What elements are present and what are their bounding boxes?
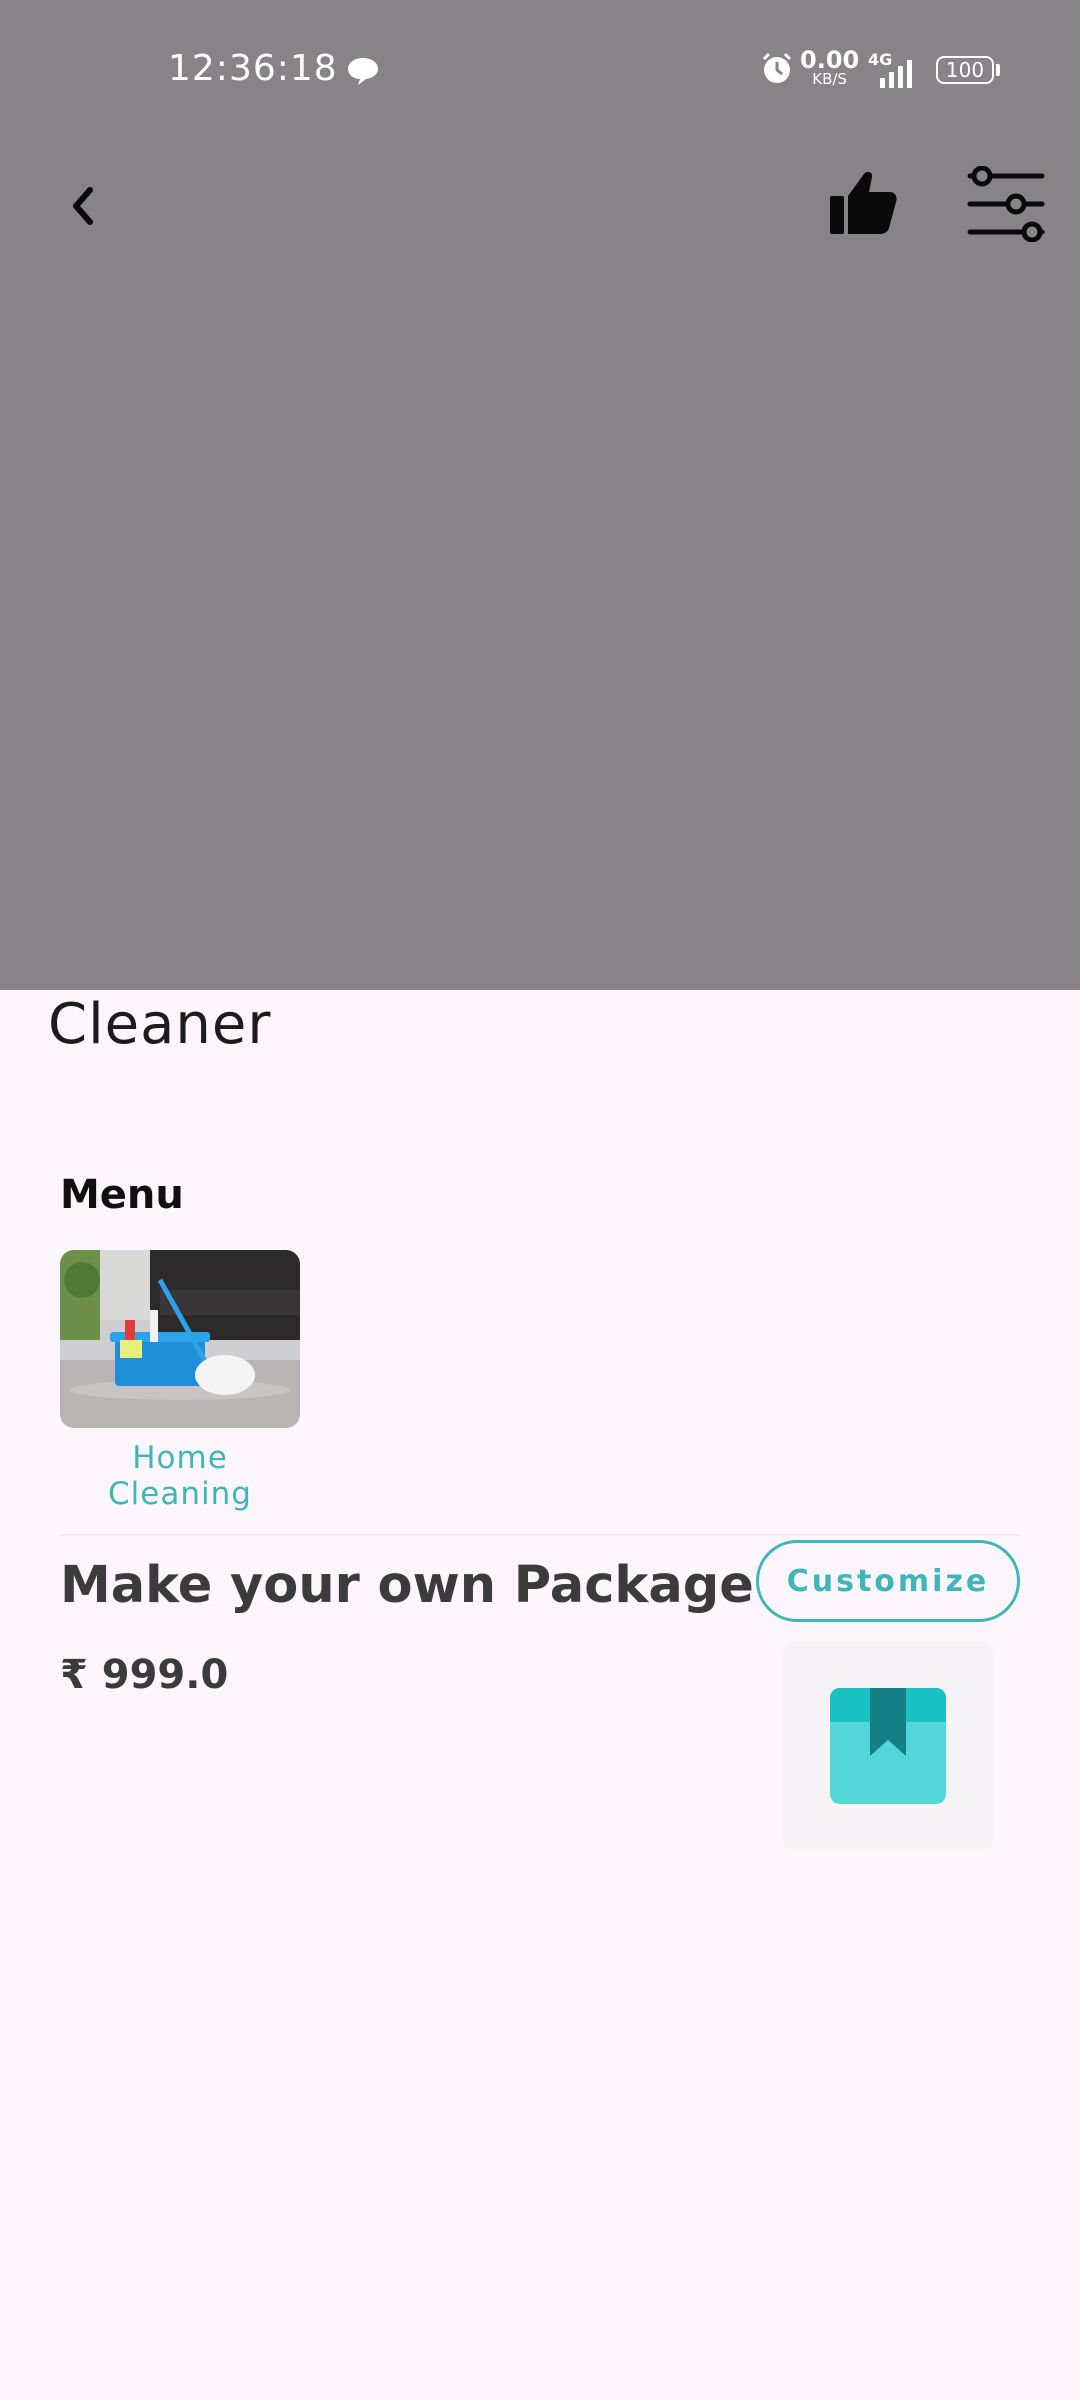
network-speed-unit: KB/S: [812, 70, 847, 88]
alarm-icon: [762, 52, 792, 83]
back-button[interactable]: [58, 180, 110, 232]
hero-banner: [0, 0, 1080, 990]
cleaning-supplies-image: [60, 1250, 300, 1428]
page-title: Cleaner: [48, 992, 272, 1057]
menu-item-home-cleaning[interactable]: Home Cleaning: [60, 1250, 300, 1512]
signal-icon: [880, 60, 912, 88]
customize-button[interactable]: Customize: [756, 1540, 1020, 1622]
divider: [60, 1534, 1020, 1536]
package-price: ₹ 999.0: [60, 1652, 229, 1698]
chat-bubble-icon: [348, 58, 378, 85]
sliders-icon[interactable]: [966, 166, 1046, 242]
thumbs-up-icon[interactable]: [826, 166, 900, 240]
battery-tip: [996, 64, 1000, 76]
network-speed: 0.00 KB/S: [800, 48, 859, 87]
bookmark-box-icon: [830, 1688, 946, 1804]
status-time: 12:36:18: [168, 48, 338, 89]
menu-heading: Menu: [60, 1172, 184, 1218]
package-title: Make your own Package: [60, 1556, 754, 1615]
battery-indicator: 100: [936, 56, 994, 84]
menu-item-label: Home Cleaning: [108, 1440, 252, 1512]
network-speed-value: 0.00: [800, 46, 860, 74]
